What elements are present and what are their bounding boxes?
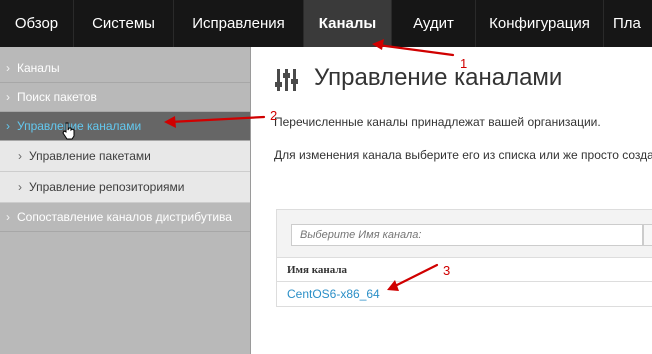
hand-cursor-icon: [62, 122, 75, 140]
channel-filter-input[interactable]: [291, 224, 643, 246]
column-header-channel-name[interactable]: Имя канала: [277, 258, 652, 282]
top-navigation: Обзор Системы Исправления Каналы Аудит К…: [0, 0, 652, 47]
chevron-right-icon: ›: [18, 180, 22, 194]
filter-bar: [277, 210, 652, 258]
description-text: Перечисленные каналы принадлежат вашей о…: [274, 115, 601, 129]
sidebar-item-label: Управление пакетами: [29, 149, 151, 163]
tab-schedule[interactable]: Пла: [604, 0, 652, 47]
sidebar-item-label: Сопоставление каналов дистрибутива: [17, 210, 232, 224]
chevron-right-icon: ›: [6, 210, 10, 224]
tab-configuration[interactable]: Конфигурация: [476, 0, 604, 47]
tab-errata[interactable]: Исправления: [174, 0, 304, 47]
sidebar-item-label: Каналы: [17, 61, 60, 75]
sidebar-spacer: [0, 47, 250, 54]
sidebar-item-package-search[interactable]: › Поиск пакетов: [0, 83, 250, 112]
annotation-label-1: 1: [460, 56, 468, 71]
tab-audit[interactable]: Аудит: [392, 0, 476, 47]
chevron-right-icon: ›: [18, 149, 22, 163]
sidebar-subitem-manage-repositories[interactable]: › Управление репозиториями: [0, 172, 250, 203]
page-title: Управление каналами: [314, 64, 563, 91]
sidebar: › Каналы › Поиск пакетов › Управление ка…: [0, 47, 251, 354]
chevron-right-icon: ›: [6, 119, 10, 133]
instruction-text: Для изменения канала выберите его из спи…: [274, 148, 652, 162]
annotation-label-3: 3: [443, 263, 451, 278]
sidebar-subitem-manage-packages[interactable]: › Управление пакетами: [0, 141, 250, 172]
tab-systems[interactable]: Системы: [74, 0, 174, 47]
sidebar-item-label: Поиск пакетов: [17, 90, 97, 104]
sliders-icon: [275, 69, 298, 91]
tab-overview[interactable]: Обзор: [0, 0, 74, 47]
sidebar-item-label: Управление репозиториями: [29, 180, 185, 194]
sidebar-item-distribution-channel-mapping[interactable]: › Сопоставление каналов дистрибутива: [0, 203, 250, 232]
sidebar-item-label: Управление каналами: [17, 119, 142, 133]
annotation-label-2: 2: [270, 108, 278, 123]
channel-link[interactable]: CentOS6-x86_64: [277, 282, 652, 307]
chevron-right-icon: ›: [6, 90, 10, 104]
filter-button[interactable]: [643, 224, 652, 246]
sidebar-item-manage-channels[interactable]: › Управление каналами: [0, 112, 250, 141]
sidebar-item-channels[interactable]: › Каналы: [0, 54, 250, 83]
channel-list-panel: Имя канала CentOS6-x86_64: [276, 209, 652, 307]
chevron-right-icon: ›: [6, 61, 10, 75]
main-content: Управление каналами Перечисленные каналы…: [252, 47, 652, 354]
tab-channels[interactable]: Каналы: [304, 0, 392, 47]
